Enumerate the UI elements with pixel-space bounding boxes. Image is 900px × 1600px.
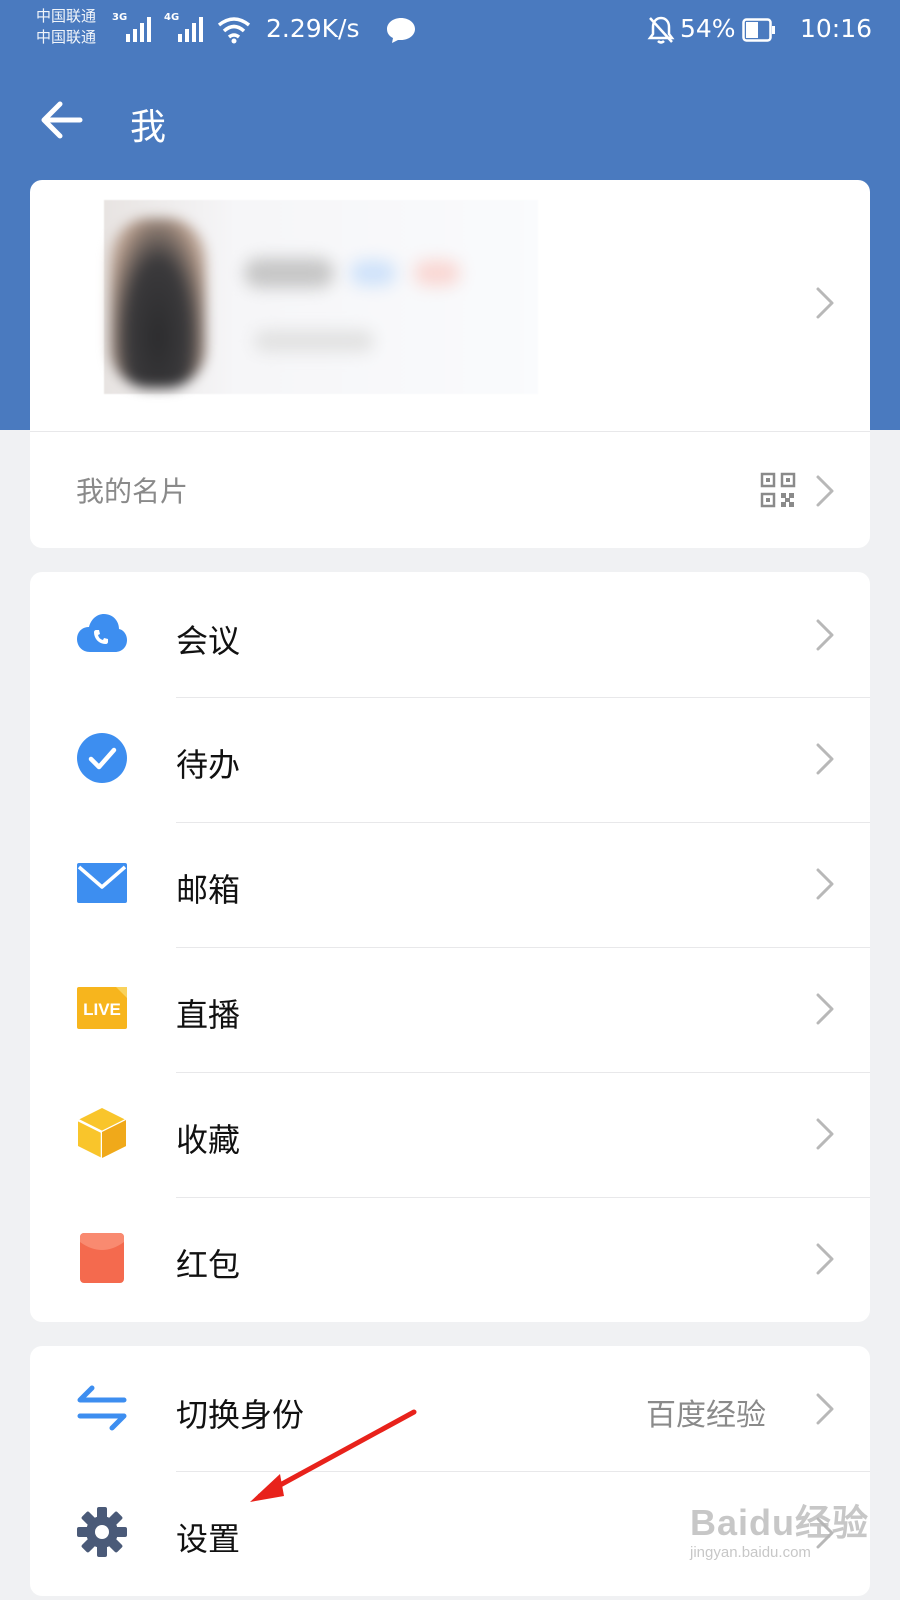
menu-card: 会议 待办 邮箱 LIVE 直播 收藏 红包 <box>30 572 870 1322</box>
status-bar: 中国联通 中国联通 3G 4G 2.29K/s 54% 10:16 <box>0 0 900 62</box>
live-icon: LIVE <box>77 987 127 1029</box>
mute-bell-icon <box>647 16 675 44</box>
menu-item-meeting[interactable]: 会议 <box>30 572 870 697</box>
chevron-right-icon <box>816 287 834 319</box>
menu-item-todo[interactable]: 待办 <box>30 698 870 823</box>
clock: 10:16 <box>800 14 873 43</box>
chevron-right-icon <box>816 1393 834 1425</box>
menu-label-mailbox: 邮箱 <box>176 871 241 909</box>
mail-icon <box>77 863 127 903</box>
profile-card: 我的名片 <box>30 180 870 548</box>
cube-icon <box>77 1108 127 1158</box>
carrier-1: 中国联通 <box>36 7 97 25</box>
swap-arrows-icon <box>77 1385 127 1431</box>
my-name-card-row[interactable]: 我的名片 <box>30 432 870 548</box>
chevron-right-icon <box>816 743 834 775</box>
annotation-arrow <box>250 1409 417 1502</box>
chevron-right-icon <box>816 993 834 1025</box>
chevron-right-icon <box>816 1243 834 1275</box>
check-circle-icon <box>77 733 127 783</box>
profile-photo-blurred <box>104 200 538 394</box>
settings-label: 设置 <box>176 1520 241 1558</box>
switch-identity-row[interactable]: 切换身份 百度经验 <box>30 1346 870 1471</box>
watermark-brand: Baidu经验 <box>690 1502 870 1543</box>
network-speed: 2.29K/s <box>266 14 360 43</box>
chat-bubble-icon <box>387 18 415 43</box>
gear-icon <box>77 1507 127 1557</box>
signal-icon <box>126 17 151 42</box>
cloud-phone-icon <box>77 614 127 652</box>
watermark-url: jingyan.baidu.com <box>690 1544 811 1561</box>
menu-label-live: 直播 <box>176 996 241 1034</box>
qr-code-icon <box>760 472 796 508</box>
menu-label-red-packet: 红包 <box>176 1246 241 1284</box>
current-identity-value: 百度经验 <box>646 1398 766 1433</box>
back-button[interactable] <box>36 96 84 144</box>
chevron-right-icon <box>816 475 834 507</box>
chevron-right-icon <box>816 868 834 900</box>
chevron-right-icon <box>816 619 834 651</box>
arrow-left-icon <box>41 101 83 139</box>
menu-item-live[interactable]: LIVE 直播 <box>30 948 870 1073</box>
baidu-watermark: Baidu经验 jingyan.baidu.com <box>690 1494 869 1561</box>
battery-percent: 54% <box>680 14 736 43</box>
profile-header[interactable] <box>30 180 870 432</box>
menu-label-favorites: 收藏 <box>176 1121 241 1159</box>
menu-label-todo: 待办 <box>176 746 241 784</box>
red-packet-icon <box>80 1233 124 1283</box>
chevron-right-icon <box>816 1118 834 1150</box>
menu-label-meeting: 会议 <box>176 622 241 660</box>
menu-item-favorites[interactable]: 收藏 <box>30 1073 870 1198</box>
wifi-icon <box>217 17 251 44</box>
signal-icon <box>178 17 203 42</box>
my-name-card-label: 我的名片 <box>76 475 189 508</box>
carrier-2: 中国联通 <box>36 28 97 46</box>
live-icon-text: LIVE <box>83 1000 121 1019</box>
menu-item-mailbox[interactable]: 邮箱 <box>30 823 870 948</box>
battery-icon <box>742 18 775 42</box>
carrier-labels: 中国联通 中国联通 <box>36 6 96 48</box>
page-title: 我 <box>130 107 167 148</box>
menu-item-red-packet[interactable]: 红包 <box>30 1198 870 1322</box>
